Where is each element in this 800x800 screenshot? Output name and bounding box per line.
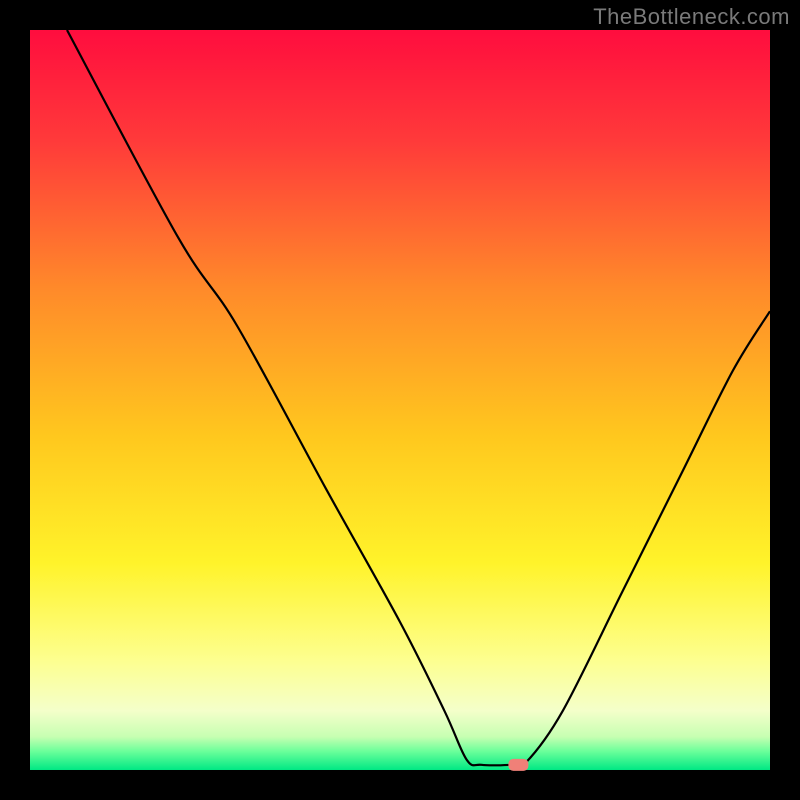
- plot-background: [30, 30, 770, 770]
- optimal-marker: [508, 759, 528, 771]
- bottleneck-chart: [0, 0, 800, 800]
- chart-frame: TheBottleneck.com: [0, 0, 800, 800]
